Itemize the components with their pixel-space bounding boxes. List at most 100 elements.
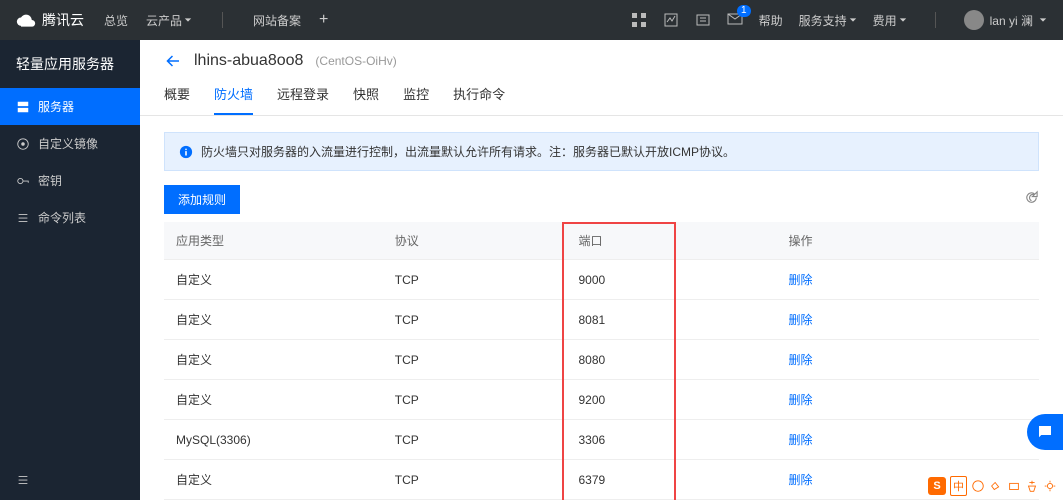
cell-type: 自定义 xyxy=(164,460,383,500)
cell-proto: TCP xyxy=(383,340,567,380)
refresh-button[interactable] xyxy=(1024,190,1039,210)
sidebar-item-key[interactable]: 密钥 xyxy=(0,162,140,199)
tab-exec[interactable]: 执行命令 xyxy=(453,84,505,115)
nav-support[interactable]: 服务支持 xyxy=(799,12,857,29)
delete-link[interactable]: 删除 xyxy=(789,313,813,327)
chevron-down-icon xyxy=(184,16,192,24)
banner-text: 防火墙只对服务器的入流量进行控制，出流量默认允许所有请求。注：服务器已默认开放I… xyxy=(201,143,735,160)
nav-billing[interactable]: 费用 xyxy=(873,12,907,29)
table-row: 自定义TCP6379 删除 xyxy=(164,460,1039,500)
cloud-icon xyxy=(16,10,36,30)
cell-port: 9000 xyxy=(567,260,777,300)
delete-link[interactable]: 删除 xyxy=(789,393,813,407)
cell-type: 自定义 xyxy=(164,340,383,380)
cell-proto: TCP xyxy=(383,260,567,300)
sidebar-item-image[interactable]: 自定义镜像 xyxy=(0,125,140,162)
server-icon xyxy=(16,100,30,114)
table-row: 自定义TCP9200 删除 xyxy=(164,380,1039,420)
back-arrow-icon[interactable] xyxy=(164,52,182,70)
tab-monitor[interactable]: 监控 xyxy=(403,84,429,115)
top-bar: 腾讯云 总览 云产品 网站备案 + 帮助 服务支持 费用 lan yi 澜 xyxy=(0,0,1063,40)
col-type: 应用类型 xyxy=(164,222,383,260)
tabs: 概要 防火墙 远程登录 快照 监控 执行命令 xyxy=(140,70,1063,116)
nav-beian[interactable]: 网站备案 xyxy=(253,12,301,29)
avatar xyxy=(964,10,984,30)
chevron-down-icon xyxy=(899,16,907,24)
info-banner: 防火墙只对服务器的入流量进行控制，出流量默认允许所有请求。注：服务器已默认开放I… xyxy=(164,132,1039,171)
delete-link[interactable]: 删除 xyxy=(789,473,813,487)
nav-overview[interactable]: 总览 xyxy=(104,12,128,29)
chat-icon xyxy=(1036,423,1054,441)
sidebar-title: 轻量应用服务器 xyxy=(0,40,140,88)
mail-icon xyxy=(727,11,743,27)
table-row: 自定义TCP8080 删除 xyxy=(164,340,1039,380)
ime-s-icon[interactable]: S xyxy=(928,477,946,495)
add-rule-button[interactable]: 添加规则 xyxy=(164,185,240,214)
col-port: 端口 xyxy=(567,222,777,260)
divider xyxy=(935,12,936,28)
cell-port: 8080 xyxy=(567,340,777,380)
delete-link[interactable]: 删除 xyxy=(789,433,813,447)
cell-type: 自定义 xyxy=(164,260,383,300)
col-proto: 协议 xyxy=(383,222,567,260)
ime-icon-5[interactable] xyxy=(1043,479,1057,493)
chevron-down-icon xyxy=(849,16,857,24)
ime-tray: S 中 xyxy=(928,476,1057,496)
nav-help[interactable]: 帮助 xyxy=(759,12,783,29)
main-content: lhins-abua8oo8 (CentOS-OiHv) 概要 防火墙 远程登录… xyxy=(140,40,1063,500)
cell-port: 6379 xyxy=(567,460,777,500)
sidebar-collapse[interactable] xyxy=(0,463,140,500)
cell-proto: TCP xyxy=(383,460,567,500)
top-right: 帮助 服务支持 费用 lan yi 澜 xyxy=(631,10,1047,30)
cell-port: 9200 xyxy=(567,380,777,420)
ticket-icon[interactable] xyxy=(695,12,711,28)
table-row: MySQL(3306)TCP3306 删除 xyxy=(164,420,1039,460)
tab-snapshot[interactable]: 快照 xyxy=(353,84,379,115)
key-icon xyxy=(16,174,30,188)
nav-products[interactable]: 云产品 xyxy=(146,12,192,29)
chevron-down-icon xyxy=(1039,16,1047,24)
table-row: 自定义TCP9000 删除 xyxy=(164,260,1039,300)
ime-icon-4[interactable] xyxy=(1025,479,1039,493)
content-area: 防火墙只对服务器的入流量进行控制，出流量默认允许所有请求。注：服务器已默认开放I… xyxy=(140,116,1063,500)
ime-icon-2[interactable] xyxy=(989,479,1003,493)
sidebar: 轻量应用服务器 服务器 自定义镜像 密钥 命令列表 xyxy=(0,40,140,500)
user-menu[interactable]: lan yi 澜 xyxy=(964,10,1047,30)
refresh-icon xyxy=(1024,190,1039,205)
notification-badge[interactable] xyxy=(727,11,743,30)
cell-proto: TCP xyxy=(383,420,567,460)
tab-overview[interactable]: 概要 xyxy=(164,84,190,115)
cell-type: 自定义 xyxy=(164,300,383,340)
grid-icon[interactable] xyxy=(631,12,647,28)
top-nav: 总览 云产品 网站备案 + xyxy=(104,11,328,29)
cell-proto: TCP xyxy=(383,300,567,340)
activity-icon[interactable] xyxy=(663,12,679,28)
sidebar-item-cmd[interactable]: 命令列表 xyxy=(0,199,140,236)
tab-firewall[interactable]: 防火墙 xyxy=(214,84,253,115)
list-icon xyxy=(16,211,30,225)
delete-link[interactable]: 删除 xyxy=(789,353,813,367)
chat-fab[interactable] xyxy=(1027,414,1063,450)
brand-logo[interactable]: 腾讯云 xyxy=(16,10,84,30)
cell-proto: TCP xyxy=(383,380,567,420)
cell-port: 8081 xyxy=(567,300,777,340)
page-header: lhins-abua8oo8 (CentOS-OiHv) xyxy=(140,40,1063,70)
nav-add[interactable]: + xyxy=(319,11,328,29)
ime-lang[interactable]: 中 xyxy=(950,476,967,496)
cell-type: 自定义 xyxy=(164,380,383,420)
brand-name: 腾讯云 xyxy=(42,10,84,30)
cell-port: 3306 xyxy=(567,420,777,460)
info-icon xyxy=(179,145,193,159)
table-row: 自定义TCP8081 删除 xyxy=(164,300,1039,340)
ime-icon-1[interactable] xyxy=(971,479,985,493)
ime-icon-3[interactable] xyxy=(1007,479,1021,493)
sidebar-item-server[interactable]: 服务器 xyxy=(0,88,140,125)
col-op: 操作 xyxy=(777,222,1040,260)
cell-type: MySQL(3306) xyxy=(164,420,383,460)
tab-remote[interactable]: 远程登录 xyxy=(277,84,329,115)
toolbar: 添加规则 xyxy=(164,185,1039,214)
page-title: lhins-abua8oo8 xyxy=(194,52,303,70)
delete-link[interactable]: 删除 xyxy=(789,273,813,287)
disc-icon xyxy=(16,137,30,151)
collapse-icon xyxy=(16,473,30,487)
